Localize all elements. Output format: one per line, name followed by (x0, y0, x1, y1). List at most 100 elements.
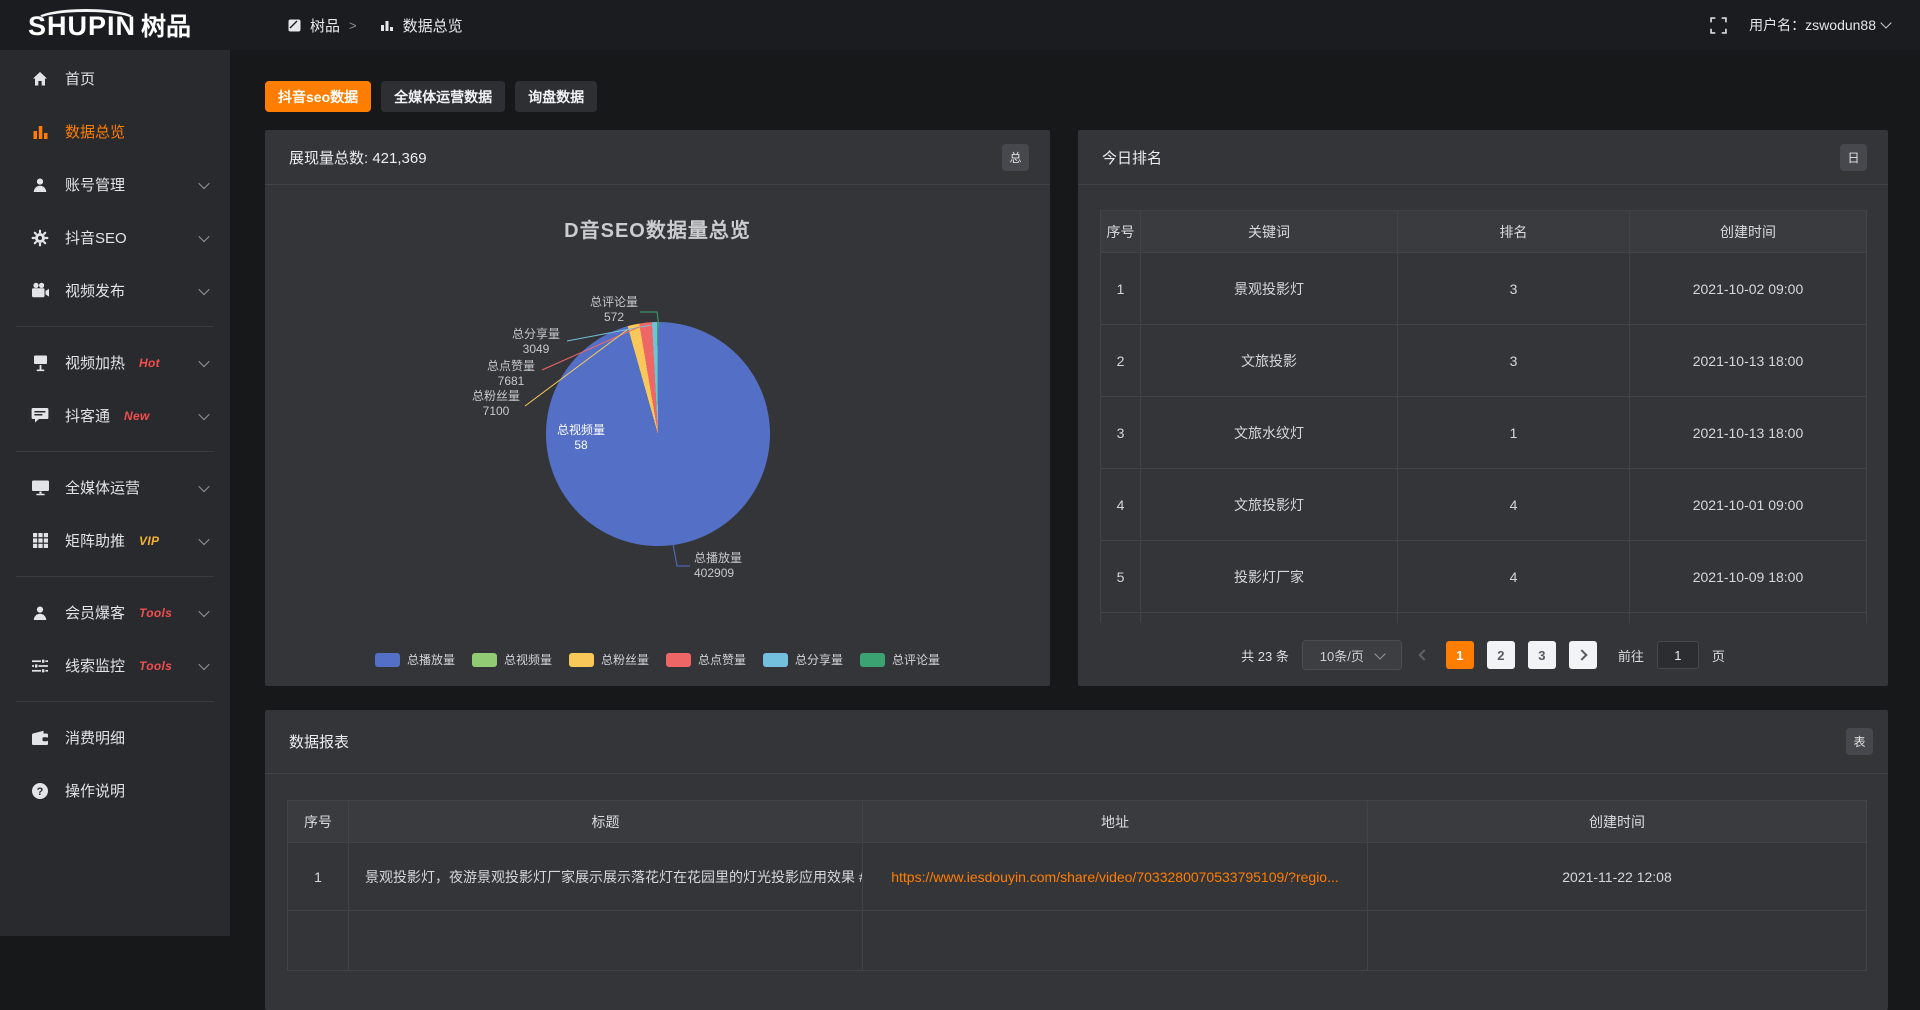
pie-label-likes: 总点赞量7681 (487, 359, 535, 389)
chevron-down-icon (198, 480, 209, 491)
pie-label-videos: 总视频量58 (557, 423, 605, 453)
sidebar-item-label: 账号管理 (65, 174, 125, 195)
data-report-card: 数据报表 表 序号 标题 地址 创建时间 1 景观投影灯，夜游景观投影灯厂家展示… (265, 710, 1888, 1010)
legend-item[interactable]: 总视频量 (472, 651, 552, 668)
pie-label-shares: 总分享量3049 (512, 327, 560, 357)
bar-chart-icon (30, 122, 50, 142)
gear-icon (30, 228, 50, 248)
video-camera-icon (30, 281, 50, 301)
chevron-down-icon (1374, 648, 1385, 659)
sidebar-item-label: 消费明细 (65, 727, 125, 748)
sidebar-item-label: 数据总览 (65, 121, 125, 142)
sidebar-item-label: 首页 (65, 68, 95, 89)
top-bar: SHUPIN 树品 树品 > 数据总览 用户名：zswodun88 (0, 0, 1920, 50)
sidebar-item-home[interactable]: 首页 (0, 52, 230, 105)
ranking-table: 序号 关键词 排名 创建时间 1景观投影灯32021-10-02 09:00 2… (1100, 210, 1867, 623)
legend-item[interactable]: 总点赞量 (666, 651, 746, 668)
pie-label-comments: 总评论量572 (590, 295, 638, 325)
sliders-icon (30, 656, 50, 676)
pie-label-fans: 总粉丝量7100 (472, 389, 520, 419)
col-created: 创建时间 (1630, 211, 1867, 253)
legend-item[interactable]: 总粉丝量 (569, 651, 649, 668)
prev-page-button[interactable] (1415, 651, 1433, 659)
legend-item[interactable]: 总评论量 (860, 651, 940, 668)
chevron-down-icon (198, 658, 209, 669)
legend-swatch (763, 653, 788, 667)
table-row: 3文旅水纹灯12021-10-13 18:00 (1101, 397, 1867, 469)
sidebar-divider (16, 451, 214, 452)
sidebar-item-video-publish[interactable]: 视频发布 (0, 264, 230, 317)
sidebar-item-spending-detail[interactable]: 消费明细 (0, 711, 230, 764)
table-row: 4文旅投影灯42021-10-01 09:00 (1101, 469, 1867, 541)
page-button-1[interactable]: 1 (1446, 641, 1474, 669)
logo-arc (34, 9, 138, 33)
col-url: 地址 (863, 801, 1368, 843)
breadcrumb-current: 数据总览 (403, 15, 463, 36)
ranking-card-title: 今日排名 (1102, 147, 1162, 168)
page-button-3[interactable]: 3 (1528, 641, 1556, 669)
sidebar-item-clue-monitor[interactable]: 线索监控 Tools (0, 639, 230, 692)
col-created: 创建时间 (1368, 801, 1867, 843)
video-title-cell: 景观投影灯，夜游景观投影灯厂家展示展示落花灯在花园里的灯光投影应用效果 # (349, 843, 863, 911)
table-header-row: 序号 标题 地址 创建时间 (288, 801, 1867, 843)
user-icon (30, 175, 50, 195)
day-view-button[interactable]: 日 (1840, 144, 1867, 171)
legend-item[interactable]: 总分享量 (763, 651, 843, 668)
pagination-total: 共 23 条 (1241, 646, 1289, 665)
chevron-down-icon (198, 408, 209, 419)
sidebar-item-account[interactable]: 账号管理 (0, 158, 230, 211)
sidebar-item-doketong[interactable]: 抖客通 New (0, 389, 230, 442)
col-index: 序号 (288, 801, 349, 843)
new-badge: New (124, 409, 150, 423)
col-keyword: 关键词 (1141, 211, 1398, 253)
legend-swatch (375, 653, 400, 667)
col-title: 标题 (349, 801, 863, 843)
sidebar-item-label: 视频加热 (65, 352, 125, 373)
sidebar-item-video-heat[interactable]: 视频加热 Hot (0, 336, 230, 389)
user-menu[interactable]: 用户名：zswodun88 (1749, 15, 1890, 35)
breadcrumb-root[interactable]: 树品 (310, 15, 340, 36)
table-row: 2文旅投影32021-10-13 18:00 (1101, 325, 1867, 397)
question-icon: ? (30, 781, 50, 801)
sidebar-item-douyin-seo[interactable]: 抖音SEO (0, 211, 230, 264)
video-link[interactable]: https://www.iesdouyin.com/share/video/70… (863, 843, 1368, 911)
username-label: 用户名：zswodun88 (1749, 15, 1876, 35)
sidebar-item-label: 视频发布 (65, 280, 125, 301)
sidebar-item-omnimedia[interactable]: 全媒体运营 (0, 461, 230, 514)
table-row-partial (1101, 613, 1867, 623)
col-rank: 排名 (1398, 211, 1630, 253)
goto-prefix: 前往 (1618, 646, 1644, 665)
breadcrumb: 树品 > 数据总览 (288, 15, 463, 36)
hot-badge: Hot (139, 356, 160, 370)
page-button-2[interactable]: 2 (1487, 641, 1515, 669)
page-size-select[interactable]: 10条/页 (1302, 640, 1402, 670)
fullscreen-icon[interactable] (1710, 17, 1727, 34)
sidebar-divider (16, 326, 214, 327)
sidebar-item-label: 矩阵助推 (65, 530, 125, 551)
grid-icon (30, 531, 50, 551)
sidebar-item-member-burst[interactable]: 会员爆客 Tools (0, 586, 230, 639)
sidebar-item-instructions[interactable]: ? 操作说明 (0, 764, 230, 817)
tab-inquiry-data[interactable]: 询盘数据 (515, 81, 597, 112)
breadcrumb-separator: > (349, 18, 357, 33)
tab-douyin-seo-data[interactable]: 抖音seo数据 (265, 81, 371, 112)
pagination: 共 23 条 10条/页 1 2 3 前往 页 (1078, 640, 1888, 670)
tools-badge: Tools (139, 659, 172, 673)
sidebar-item-matrix-boost[interactable]: 矩阵助推 VIP (0, 514, 230, 567)
sidebar-item-label: 抖客通 (65, 405, 110, 426)
chevron-left-icon (1418, 649, 1429, 660)
data-tabs: 抖音seo数据 全媒体运营数据 询盘数据 (265, 81, 597, 112)
sidebar-item-data-overview[interactable]: 数据总览 (0, 105, 230, 158)
tab-omnimedia-data[interactable]: 全媒体运营数据 (381, 81, 505, 112)
sidebar-divider (16, 701, 214, 702)
legend-item[interactable]: 总播放量 (375, 651, 455, 668)
goto-page-input[interactable] (1657, 641, 1699, 669)
table-row-partial (288, 911, 1867, 971)
next-page-button[interactable] (1569, 641, 1597, 669)
wallet-icon (30, 728, 50, 748)
table-view-button[interactable]: 表 (1846, 728, 1873, 755)
bar-chart-icon (380, 19, 394, 32)
chevron-down-icon (198, 533, 209, 544)
billboard-icon (30, 353, 50, 373)
today-ranking-card: 今日排名 日 序号 关键词 排名 创建时间 1景观投影灯32021-10-02 … (1078, 130, 1888, 686)
